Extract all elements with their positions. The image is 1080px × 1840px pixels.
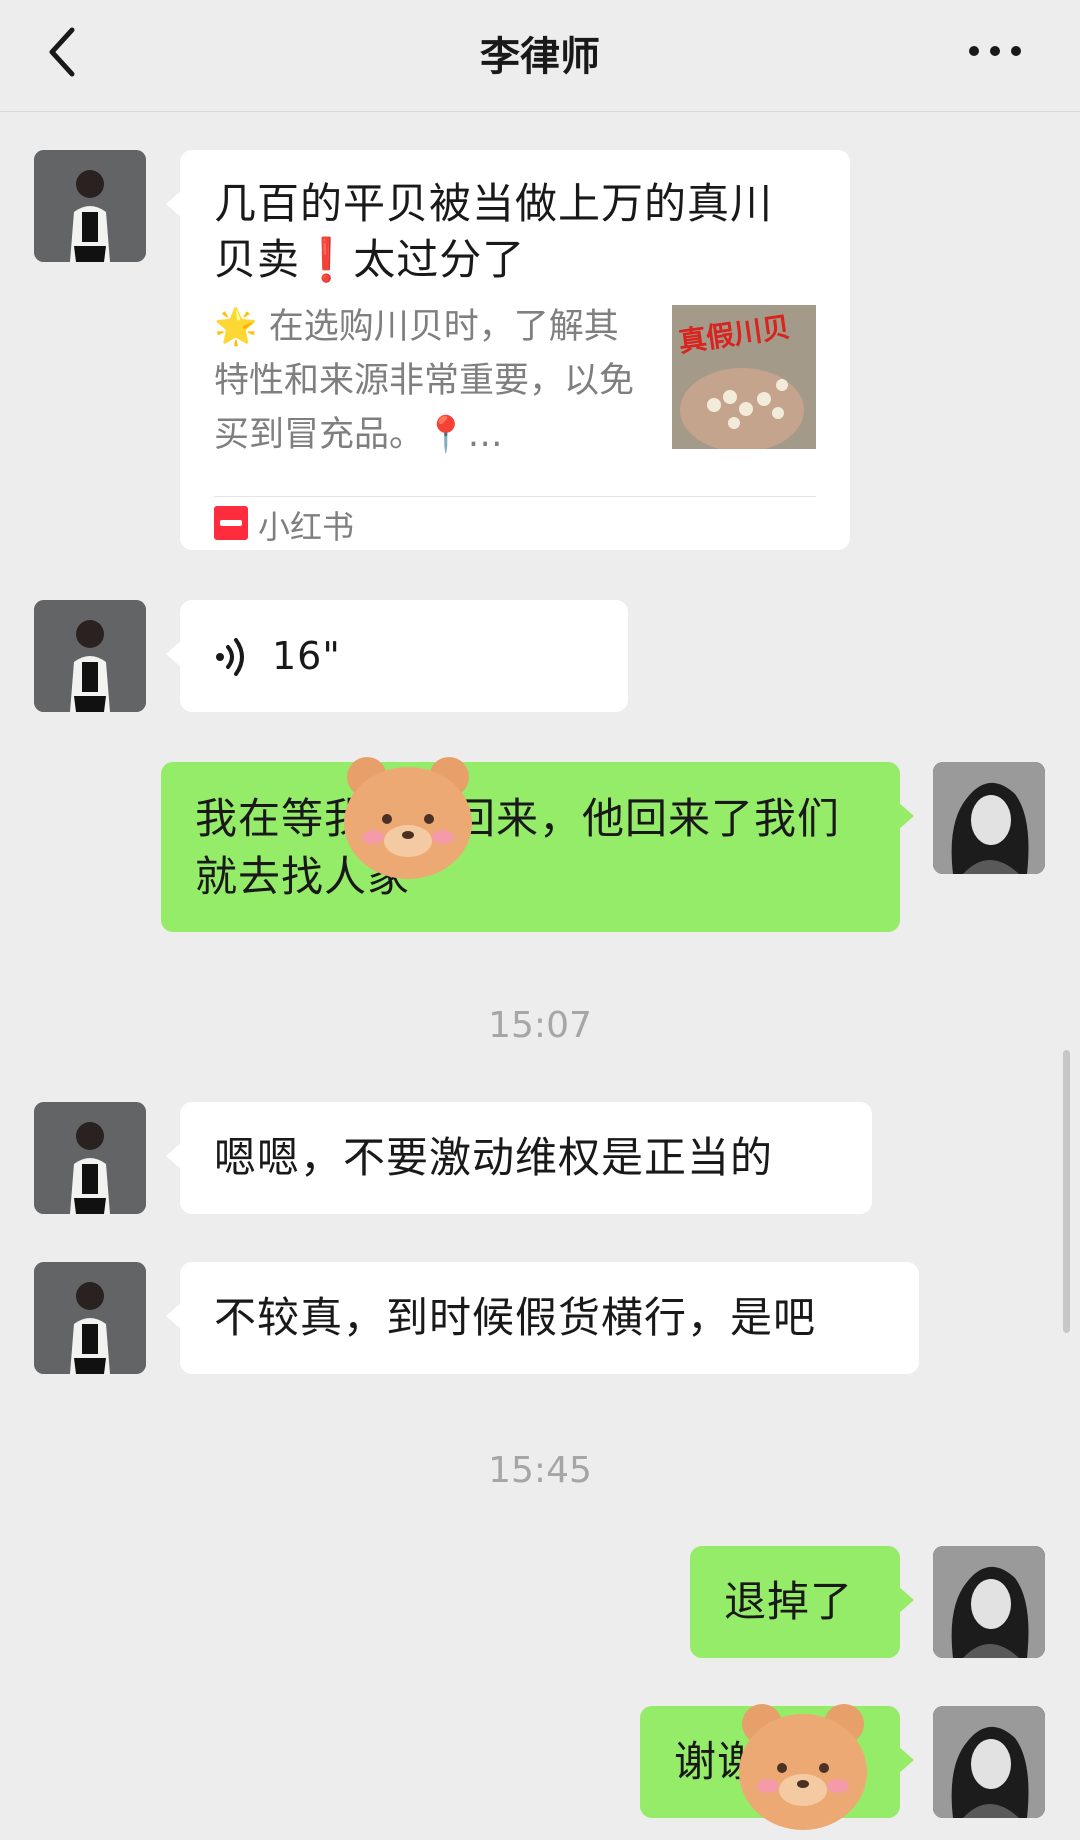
xiaohongshu-icon xyxy=(214,506,248,540)
timestamp: 15:07 xyxy=(488,1005,592,1046)
message-text: 我在等我老公回来，他回来了我们就去找人家 xyxy=(195,794,841,901)
contact-avatar[interactable] xyxy=(34,150,146,262)
chat-title: 李律师 xyxy=(480,34,600,80)
outgoing-message[interactable]: 退掉了 xyxy=(690,1546,914,1658)
link-card-source: 小红书 xyxy=(258,508,355,546)
link-card-description: 🌟 在选购川贝时，了解其特性和来源非常重要，以免买到冒充品。📍… xyxy=(214,307,635,455)
bear-sticker xyxy=(728,1692,878,1836)
more-icon[interactable] xyxy=(960,26,1030,76)
incoming-message[interactable]: 嗯嗯，不要激动维权是正当的 xyxy=(166,1102,872,1214)
divider xyxy=(214,496,816,497)
incoming-message[interactable]: 不较真，到时候假货横行，是吧 xyxy=(166,1262,919,1374)
contact-avatar[interactable] xyxy=(34,1102,146,1214)
message-text: 不较真，到时候假货横行，是吧 xyxy=(214,1293,817,1342)
link-card[interactable]: 几百的平贝被当做上万的真川贝卖❗️太过分了 🌟 在选购川贝时，了解其特性和来源非… xyxy=(166,150,850,550)
chat-header: 李律师 xyxy=(0,0,1080,112)
self-avatar[interactable] xyxy=(933,762,1045,874)
message-text: 嗯嗯，不要激动维权是正当的 xyxy=(214,1133,774,1182)
scrollbar[interactable] xyxy=(1063,1050,1070,1333)
self-avatar[interactable] xyxy=(933,1546,1045,1658)
voice-message[interactable]: 16" xyxy=(166,600,628,712)
outgoing-message[interactable]: 我在等我老公回来，他回来了我们就去找人家 xyxy=(161,762,914,932)
self-avatar[interactable] xyxy=(933,1706,1045,1818)
voice-wave-icon xyxy=(214,636,250,682)
timestamp: 15:45 xyxy=(488,1450,592,1491)
contact-avatar[interactable] xyxy=(34,1262,146,1374)
voice-duration: 16" xyxy=(272,634,341,678)
link-card-title: 几百的平贝被当做上万的真川贝卖❗️太过分了 xyxy=(214,179,774,284)
bear-sticker xyxy=(333,745,483,885)
contact-avatar[interactable] xyxy=(34,600,146,712)
link-card-thumbnail: 真假川贝 xyxy=(672,305,816,449)
message-text: 退掉了 xyxy=(724,1577,854,1626)
